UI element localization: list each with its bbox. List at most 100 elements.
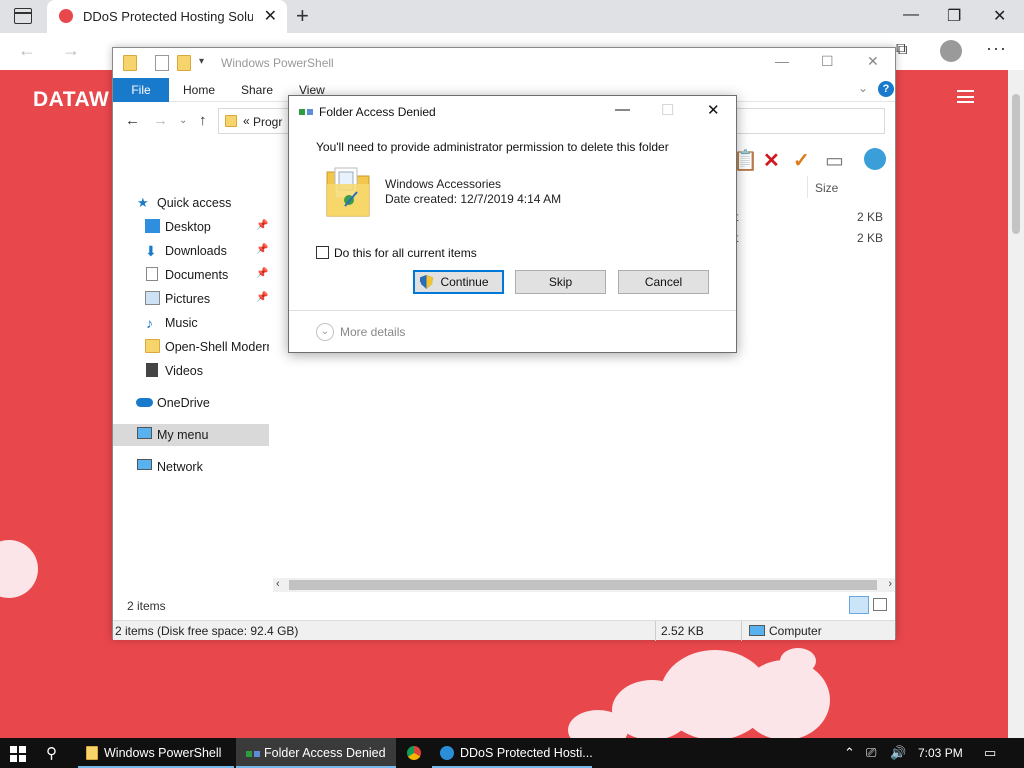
tab-file[interactable]: File — [113, 78, 169, 102]
scroll-right-icon[interactable]: › — [888, 578, 892, 590]
dialog-minimize-button[interactable]: — — [615, 101, 630, 118]
horizontal-scrollbar[interactable]: ‹ › — [273, 578, 895, 592]
document-icon — [146, 267, 158, 281]
tab-title: DDoS Protected Hosting Solutio — [83, 9, 253, 24]
nav-item-quick-access[interactable]: ★ Quick access — [113, 192, 269, 214]
taskbar-app-edge[interactable]: DDoS Protected Hosti... — [432, 738, 593, 768]
new-tab-button[interactable]: + — [296, 3, 309, 29]
explorer-minimize-button[interactable]: — — [775, 53, 789, 69]
rename-icon[interactable]: ▭ — [825, 148, 844, 173]
clock[interactable]: 7:03 PM — [918, 746, 963, 760]
nav-item-desktop[interactable]: Desktop 📌 — [113, 216, 269, 238]
decorative-cloud — [780, 648, 816, 674]
skip-label: Skip — [548, 275, 573, 289]
large-icons-view-icon[interactable] — [873, 598, 887, 611]
volume-icon[interactable]: 🔊 — [890, 745, 906, 761]
nav-item-network[interactable]: Network — [113, 456, 269, 478]
scroll-left-icon[interactable]: ‹ — [276, 578, 280, 590]
nav-item-downloads[interactable]: ⬇ Downloads 📌 — [113, 240, 269, 262]
cancel-label: Cancel — [644, 275, 683, 289]
back-button[interactable]: ← — [18, 40, 36, 61]
profile-avatar[interactable] — [940, 40, 962, 62]
address-overflow[interactable]: « — [243, 114, 250, 128]
nav-label: Documents — [165, 268, 229, 282]
page-scrollbar[interactable] — [1008, 70, 1024, 738]
status-divider — [741, 621, 742, 641]
apply-to-all-label[interactable]: Do this for all current items — [334, 246, 477, 260]
pin-icon: 📌 — [256, 268, 269, 279]
expand-details-icon[interactable]: ⌄ — [316, 323, 334, 341]
search-icon[interactable]: ⚲ — [46, 744, 57, 762]
taskbar-app-label: Folder Access Denied — [264, 746, 386, 760]
recent-locations-icon[interactable]: ⌄ — [179, 115, 187, 126]
taskbar-app-chrome[interactable] — [398, 738, 430, 768]
nav-item-my-menu[interactable]: My menu — [113, 424, 269, 446]
items-count: 2 items — [127, 599, 166, 613]
continue-button[interactable]: Continue — [413, 270, 504, 294]
nav-label: Downloads — [165, 244, 227, 258]
nav-item-pictures[interactable]: Pictures 📌 — [113, 288, 269, 310]
check-icon[interactable]: ✓ — [793, 148, 810, 173]
nav-item-documents[interactable]: Documents 📌 — [113, 264, 269, 286]
explorer-forward-button[interactable]: → — [153, 112, 168, 129]
menu-icon[interactable] — [957, 90, 974, 103]
apply-to-all-checkbox[interactable] — [316, 246, 329, 259]
new-folder-icon[interactable] — [177, 55, 191, 71]
site-logo[interactable]: DATAW — [33, 88, 109, 112]
hscroll-thumb[interactable] — [289, 580, 877, 590]
help-icon[interactable]: ? — [878, 81, 894, 97]
properties-icon[interactable] — [155, 55, 169, 71]
taskbar-app-label: DDoS Protected Hosti... — [460, 746, 593, 760]
nav-label: My menu — [157, 428, 209, 442]
nav-item-videos[interactable]: Videos — [113, 360, 269, 382]
status-location: Computer — [769, 624, 822, 638]
browser-maximize-button[interactable]: ❐ — [947, 6, 961, 26]
dialog-icon — [246, 748, 260, 758]
notifications-icon[interactable]: ▭ — [984, 745, 996, 761]
explorer-titlebar: ▾ Windows PowerShell — ☐ ✕ — [113, 48, 895, 78]
nav-item-open-shell[interactable]: Open-Shell Modern — [113, 336, 269, 358]
forward-button[interactable]: → — [62, 40, 80, 61]
details-view-icon[interactable] — [849, 596, 869, 614]
collections-icon[interactable]: ⧉ — [896, 41, 907, 59]
column-header-size[interactable]: Size — [815, 181, 838, 195]
search-input[interactable] — [733, 108, 885, 134]
cancel-button[interactable]: Cancel — [618, 270, 709, 294]
browser-tab[interactable]: DDoS Protected Hosting Solutio ✕ — [47, 0, 287, 33]
browser-minimize-button[interactable]: — — [903, 6, 919, 24]
explorer-close-button[interactable]: ✕ — [867, 53, 879, 70]
skip-button[interactable]: Skip — [515, 270, 606, 294]
tab-home[interactable]: Home — [183, 83, 215, 97]
network-tray-icon[interactable]: ⎚ — [866, 745, 876, 761]
explorer-maximize-button[interactable]: ☐ — [821, 53, 834, 70]
dialog-close-button[interactable]: ✕ — [707, 101, 720, 119]
computer-icon — [137, 427, 152, 439]
scroll-thumb[interactable] — [1012, 94, 1020, 234]
taskbar-app-powershell[interactable]: Windows PowerShell — [78, 738, 234, 768]
nav-item-music[interactable]: ♪ Music — [113, 312, 269, 334]
navigation-pane: ★ Quick access Desktop 📌 ⬇ Downloads 📌 D… — [113, 188, 273, 578]
nav-label: Network — [157, 460, 203, 474]
tab-close-icon[interactable]: ✕ — [264, 6, 277, 26]
show-hidden-icons[interactable]: ⌃ — [844, 745, 855, 761]
up-button[interactable]: ↑ — [199, 112, 207, 129]
more-details-link[interactable]: More details — [340, 325, 405, 339]
folder-icon — [145, 339, 160, 353]
tab-share[interactable]: Share — [241, 83, 273, 97]
expand-ribbon-icon[interactable]: ⌄ — [858, 81, 868, 95]
explorer-back-button[interactable]: ← — [125, 112, 140, 129]
delete-icon[interactable]: ✕ — [763, 148, 780, 173]
desktop-icon — [145, 219, 160, 233]
browser-close-button[interactable]: ✕ — [993, 6, 1006, 26]
nav-label: Desktop — [165, 220, 211, 234]
nav-item-onedrive[interactable]: OneDrive — [113, 392, 269, 414]
customize-quick-access-icon[interactable]: ▾ — [199, 56, 204, 67]
globe-icon[interactable] — [864, 148, 886, 170]
folder-icon — [225, 115, 237, 127]
settings-more-button[interactable]: ··· — [986, 38, 1007, 59]
folder-access-denied-dialog: Folder Access Denied — ☐ ✕ You'll need t… — [288, 95, 737, 353]
tab-actions-icon[interactable] — [14, 8, 32, 24]
taskbar-app-folder-access-denied[interactable]: Folder Access Denied — [236, 738, 396, 768]
music-icon: ♪ — [146, 315, 153, 331]
windows-start-icon[interactable] — [10, 746, 26, 762]
